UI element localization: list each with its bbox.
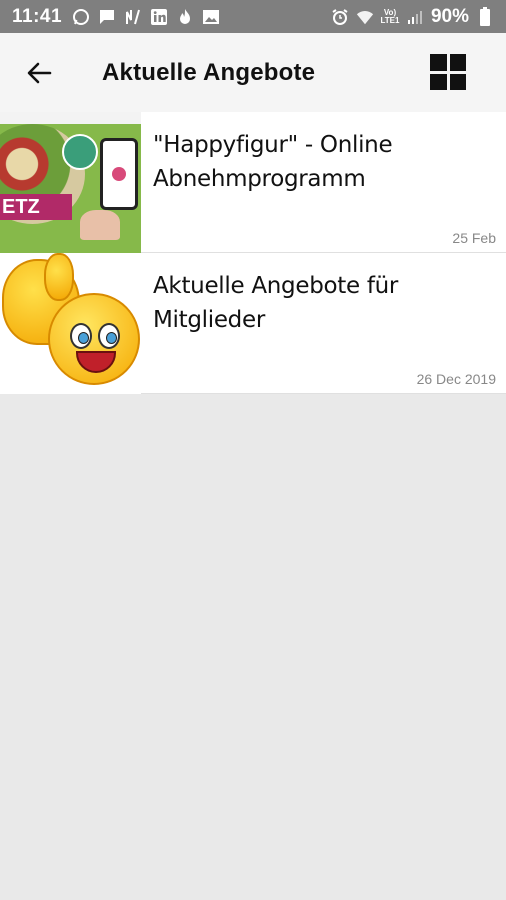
signal-icon bbox=[406, 8, 424, 26]
battery-percent: 90% bbox=[430, 5, 469, 27]
status-time: 11:41 bbox=[12, 5, 63, 27]
offer-thumbnail: ETZ bbox=[0, 112, 141, 253]
arrow-left-icon bbox=[27, 62, 52, 83]
fire-icon bbox=[176, 8, 194, 26]
item-title: "Happyfigur" - Online Abnehmprogramm bbox=[153, 132, 393, 192]
thumbs-up-smiley-icon bbox=[0, 253, 141, 394]
offer-thumbnail bbox=[0, 253, 141, 394]
thumbnail-banner: ETZ bbox=[0, 194, 72, 220]
status-bar: 11:41 Vo) LTE1 90% bbox=[0, 0, 506, 33]
back-button[interactable] bbox=[0, 33, 78, 112]
grid-view-button[interactable] bbox=[430, 54, 466, 90]
alarm-icon bbox=[331, 8, 349, 26]
system-icons: Vo) LTE1 90% bbox=[331, 6, 494, 28]
grid-view-icon bbox=[430, 54, 447, 71]
list-item[interactable]: ETZ "Happyfigur" - Online Abnehmprogramm… bbox=[0, 112, 506, 253]
app-bar: Aktuelle Angebote bbox=[0, 33, 506, 112]
message-icon bbox=[98, 8, 116, 26]
n-icon bbox=[124, 8, 142, 26]
item-date: 26 Dec 2019 bbox=[416, 371, 496, 387]
list-item[interactable]: Aktuelle Angebote für Mitglieder 26 Dec … bbox=[0, 253, 506, 394]
offer-list: ETZ "Happyfigur" - Online Abnehmprogramm… bbox=[0, 112, 506, 394]
notification-icons bbox=[72, 8, 220, 26]
phone-image bbox=[100, 138, 138, 210]
linkedin-icon bbox=[150, 8, 168, 26]
wifi-icon bbox=[356, 8, 374, 26]
item-title: Aktuelle Angebote für Mitglieder bbox=[153, 273, 399, 333]
item-date: 25 Feb bbox=[452, 230, 496, 246]
page-title: Aktuelle Angebote bbox=[102, 58, 316, 86]
image-icon bbox=[202, 8, 220, 26]
whatsapp-icon bbox=[72, 8, 90, 26]
battery-icon bbox=[476, 6, 494, 26]
volte-icon: Vo) LTE1 bbox=[380, 7, 400, 25]
